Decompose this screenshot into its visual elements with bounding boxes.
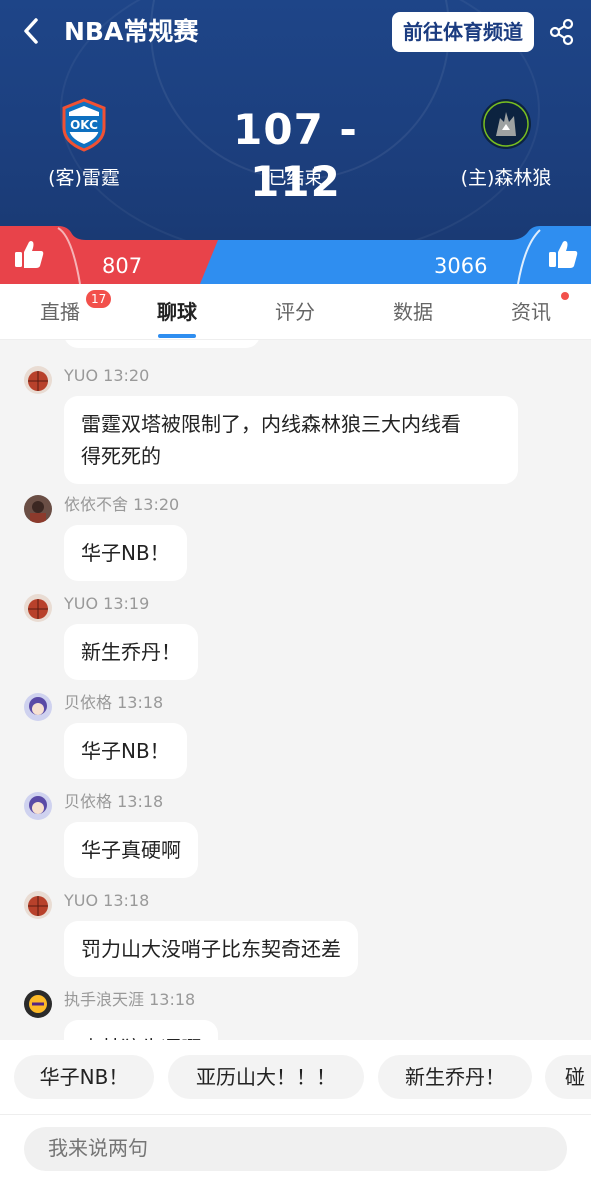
game-score: 107 - 112 — [233, 105, 358, 206]
quick-reply-chip[interactable]: 华子NB！ — [14, 1055, 154, 1099]
message-time: 13:19 — [103, 594, 150, 613]
message-time: 13:18 — [117, 792, 164, 811]
message-bubble: 雷霆双塔被限制了，内线森林狼三大内线看 得死死的 — [64, 396, 518, 484]
message-bubble: 华子NB！ — [64, 723, 187, 779]
message-time: 13:18 — [149, 990, 196, 1009]
message-bubble: 华子NB！ — [64, 525, 187, 581]
username[interactable]: YUO — [64, 366, 98, 385]
input-bar — [0, 1114, 591, 1177]
message-meta: 贝依格 13:18 — [64, 693, 163, 713]
tab-live-label: 直播 — [40, 300, 80, 324]
user-avatar-photo-icon[interactable] — [24, 495, 52, 523]
message-meta: 执手浪天涯 13:18 — [64, 990, 195, 1010]
tab-chat[interactable]: 聊球 — [127, 284, 227, 340]
message-time: 13:18 — [117, 693, 164, 712]
user-avatar-basketball-icon[interactable] — [24, 366, 52, 394]
home-like-thumb-icon[interactable] — [546, 238, 580, 272]
username[interactable]: 依依不舍 — [64, 495, 128, 514]
live-count-badge: 17 — [86, 290, 112, 308]
user-avatar-basketball-icon[interactable] — [24, 594, 52, 622]
user-avatar-lakers-icon[interactable] — [24, 990, 52, 1018]
tab-chat-label: 聊球 — [157, 300, 197, 324]
message-text: 雷霆双塔被限制了，内线森林狼三大内线看 — [81, 412, 461, 436]
message-time: 13:20 — [103, 366, 150, 385]
user-avatar-anime-icon[interactable] — [24, 792, 52, 820]
user-avatar-basketball-icon[interactable] — [24, 891, 52, 919]
quick-reply-chip[interactable]: 新生乔丹！ — [378, 1055, 532, 1099]
timberwolves-logo-icon — [481, 99, 531, 149]
quick-reply-bar: 华子NB！ 亚历山大！！！ 新生乔丹！ 碰 — [0, 1040, 591, 1114]
message-time: 13:18 — [103, 891, 150, 910]
tab-news[interactable]: 资讯 — [481, 284, 581, 340]
username[interactable]: 贝依格 — [64, 792, 112, 811]
okc-thunder-logo-icon: OKC — [62, 98, 106, 152]
share-icon[interactable] — [548, 18, 576, 46]
go-to-sports-channel-button[interactable]: 前往体育频道 — [392, 12, 534, 52]
message-bubble: 森林狼牛逼啊 — [64, 1020, 218, 1040]
tab-rating[interactable]: 评分 — [245, 284, 345, 340]
tab-stats-label: 数据 — [393, 300, 433, 324]
away-support-count: 807 — [102, 254, 143, 278]
message-bubble: 华子真硬啊 — [64, 822, 198, 878]
support-bar: 807 3066 — [0, 226, 591, 284]
user-avatar-anime-icon[interactable] — [24, 693, 52, 721]
chat-list[interactable]: YUO 13:20 雷霆双塔被限制了，内线森林狼三大内线看 得死死的 依依不舍 … — [0, 340, 591, 1040]
home-team-name: (主)森林狼 — [460, 167, 552, 189]
game-status: 已结束 — [268, 168, 323, 189]
message-text: 新生乔丹！ — [81, 640, 181, 664]
message-meta: YUO 13:18 — [64, 891, 149, 911]
tab-rating-label: 评分 — [275, 300, 315, 324]
message-bubble: 罚力山大没哨子比东契奇还差 — [64, 921, 358, 977]
message-meta: 贝依格 13:18 — [64, 792, 163, 812]
chat-input[interactable] — [24, 1127, 567, 1171]
back-icon[interactable] — [20, 16, 48, 48]
quick-reply-chip[interactable]: 亚历山大！！！ — [168, 1055, 364, 1099]
message-time: 13:20 — [133, 495, 180, 514]
away-team[interactable]: OKC (客)雷霆 — [24, 94, 144, 190]
message-text: 罚力山大没哨子比东契奇还差 — [81, 937, 341, 961]
message-text: 得死死的 — [81, 444, 161, 468]
message-text: 华子NB！ — [81, 541, 170, 565]
username[interactable]: 贝依格 — [64, 693, 112, 712]
message-text: 森林狼牛逼啊 — [81, 1032, 201, 1040]
tab-news-label: 资讯 — [511, 300, 551, 324]
okc-logo-text: OKC — [70, 118, 98, 132]
message-meta: YUO 13:19 — [64, 594, 149, 614]
news-unread-dot — [561, 292, 569, 300]
tab-stats[interactable]: 数据 — [363, 284, 463, 340]
message-bubble: 新生乔丹！ — [64, 624, 198, 680]
username[interactable]: YUO — [64, 594, 98, 613]
username[interactable]: 执手浪天涯 — [64, 990, 144, 1009]
game-header: NBA常规赛 前往体育频道 OKC (客)雷霆 107 - 112 已结束 (主… — [0, 0, 591, 240]
home-team[interactable]: (主)森林狼 — [446, 94, 566, 190]
quick-reply-chip[interactable]: 碰 — [545, 1055, 591, 1099]
home-support-bar — [200, 226, 591, 284]
username[interactable]: YUO — [64, 891, 98, 910]
message-meta: YUO 13:20 — [64, 366, 149, 386]
away-team-name: (客)雷霆 — [48, 167, 120, 189]
home-support-count: 3066 — [434, 254, 488, 278]
tab-bar: 直播 17 聊球 评分 数据 资讯 — [0, 284, 591, 340]
away-like-thumb-icon[interactable] — [12, 238, 46, 272]
tab-live[interactable]: 直播 17 — [10, 284, 112, 340]
message-text: 华子NB！ — [81, 739, 170, 763]
message-meta: 依依不舍 13:20 — [64, 495, 179, 515]
top-bar: NBA常规赛 前往体育频道 — [0, 0, 591, 64]
message-text: 华子真硬啊 — [81, 838, 181, 862]
page-title: NBA常规赛 — [64, 17, 199, 46]
active-tab-indicator — [158, 334, 196, 338]
chat-bubble-partial — [64, 340, 260, 348]
